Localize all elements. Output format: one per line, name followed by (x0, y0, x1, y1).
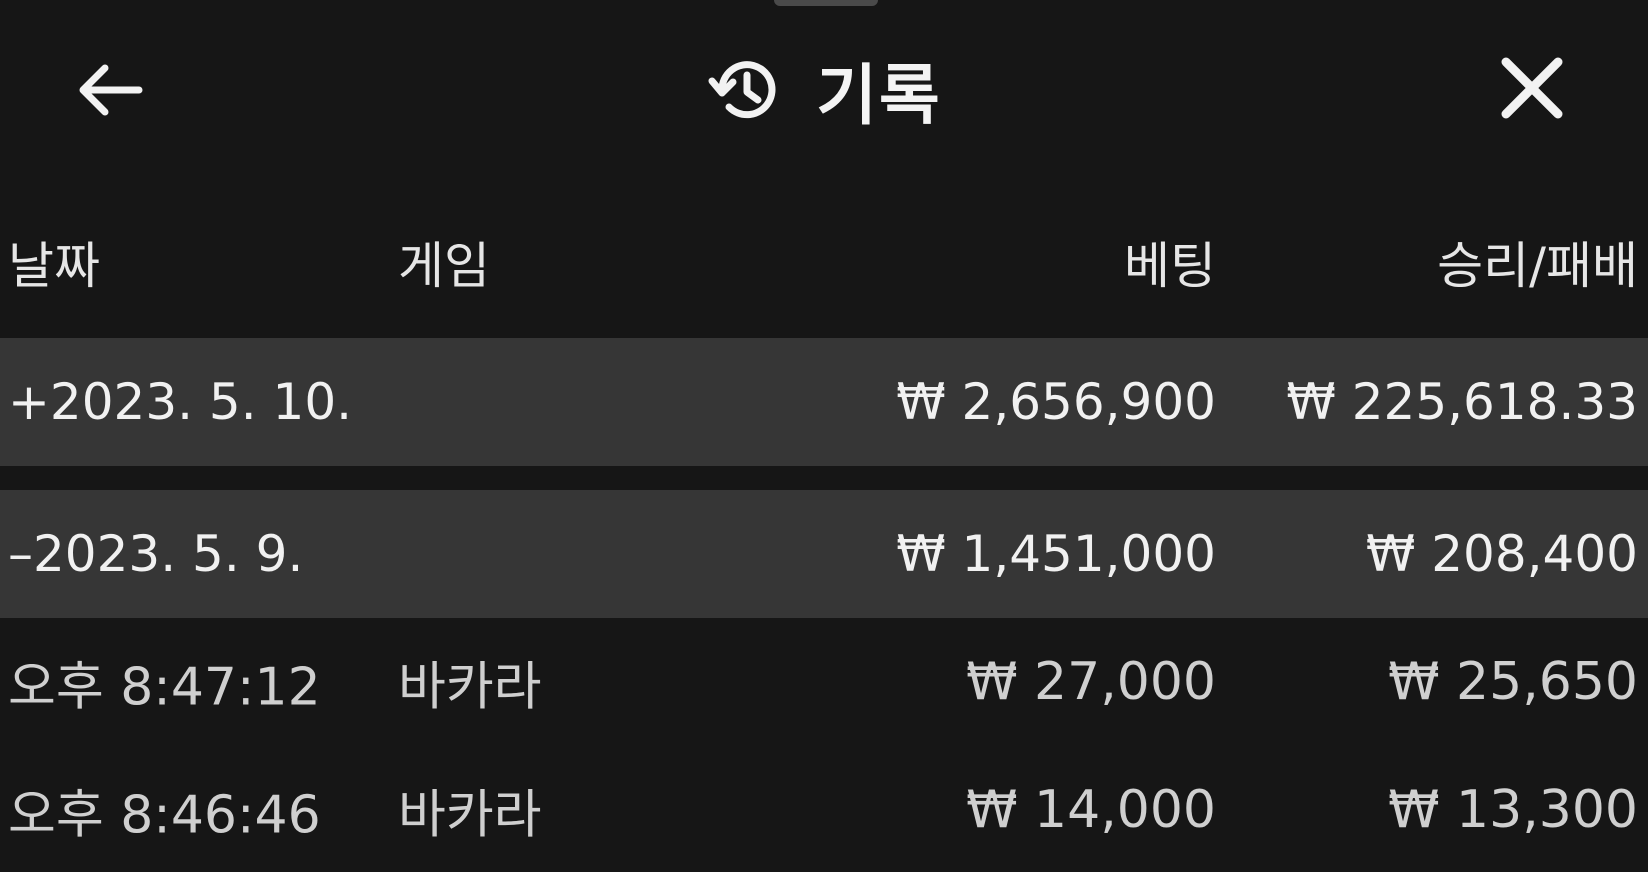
day-bet-total: ₩ 2,656,900 (896, 373, 1216, 431)
entry-game: 바카라 (398, 657, 542, 718)
entry-time: 오후 8:47:12 (8, 657, 321, 718)
column-header-game: 게임 (398, 237, 490, 295)
day-row-collapsed[interactable]: +2023. 5. 10. ₩ 2,656,900 ₩ 225,618.33 (0, 338, 1648, 466)
column-header-win-loss: 승리/패배 (1437, 237, 1638, 295)
history-screen: 기록 날짜 게임 베팅 승리/패배 +2023. 5. 10. ₩ 2,656,… (0, 0, 1648, 872)
day-date-toggle[interactable]: +2023. 5. 10. (8, 373, 352, 431)
bet-entry-row[interactable]: 오후 8:47:12 바카라 ₩ 27,000 ₩ 25,650 (0, 618, 1648, 746)
history-clock-icon (708, 61, 776, 119)
entry-bet: ₩ 14,000 (966, 780, 1216, 840)
page-title-group: 기록 (0, 40, 1648, 140)
day-win-loss-total: ₩ 208,400 (1365, 525, 1638, 583)
day-date-toggle[interactable]: –2023. 5. 9. (8, 525, 303, 583)
entry-win-loss: ₩ 25,650 (1388, 652, 1638, 712)
entry-time: 오후 8:46:46 (8, 785, 321, 846)
history-table: +2023. 5. 10. ₩ 2,656,900 ₩ 225,618.33 –… (0, 338, 1648, 872)
close-button[interactable] (1490, 46, 1574, 130)
day-row-expanded[interactable]: –2023. 5. 9. ₩ 1,451,000 ₩ 208,400 (0, 490, 1648, 618)
bet-entry-row[interactable]: 오후 8:46:46 바카라 ₩ 14,000 ₩ 13,300 (0, 746, 1648, 872)
column-header-bet: 베팅 (1124, 237, 1216, 295)
close-icon (1501, 57, 1563, 119)
entry-bet: ₩ 27,000 (966, 652, 1216, 712)
header: 기록 (0, 0, 1648, 180)
day-win-loss-total: ₩ 225,618.33 (1286, 373, 1638, 431)
page-title: 기록 (816, 57, 942, 134)
entry-game: 바카라 (398, 785, 542, 846)
column-header-date: 날짜 (8, 237, 100, 295)
day-bet-total: ₩ 1,451,000 (896, 525, 1216, 583)
table-header: 날짜 게임 베팅 승리/패배 (0, 226, 1648, 316)
entry-win-loss: ₩ 13,300 (1388, 780, 1638, 840)
